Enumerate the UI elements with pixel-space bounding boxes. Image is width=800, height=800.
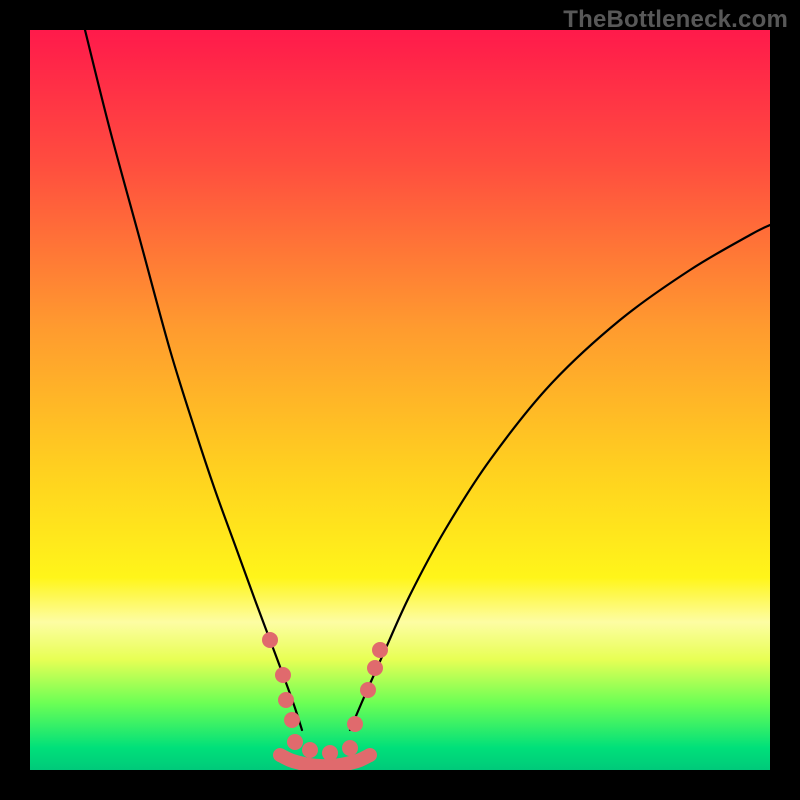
marker-point-8: [347, 716, 363, 732]
marker-point-6: [322, 745, 338, 761]
marker-point-9: [360, 682, 376, 698]
marker-point-11: [372, 642, 388, 658]
marker-point-1: [275, 667, 291, 683]
bottleneck-chart: [30, 30, 770, 770]
marker-point-10: [367, 660, 383, 676]
marker-point-7: [342, 740, 358, 756]
marker-point-2: [278, 692, 294, 708]
marker-point-0: [262, 632, 278, 648]
marker-point-3: [284, 712, 300, 728]
marker-point-5: [302, 742, 318, 758]
chart-frame: [30, 30, 770, 770]
chart-background-gradient: [30, 30, 770, 770]
marker-point-4: [287, 734, 303, 750]
